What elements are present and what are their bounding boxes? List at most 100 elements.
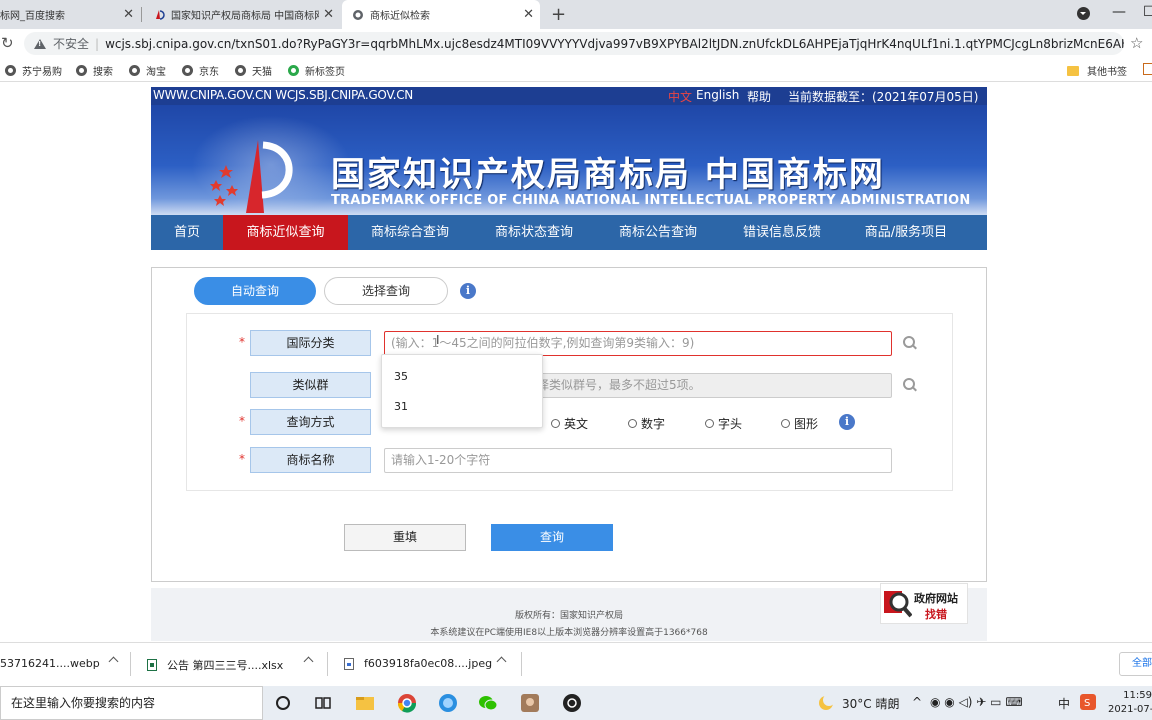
auto-query-tab[interactable]: 自动查询 bbox=[194, 277, 316, 305]
trademark-name-label: 商标名称 bbox=[250, 447, 371, 473]
required-mark: * bbox=[239, 452, 245, 466]
site-header: WWW.CNIPA.GOV.CN WCJS.SBJ.CNIPA.GOV.CN 中… bbox=[151, 87, 987, 250]
data-cutoff-date: 当前数据截至：(2021年07月05日) bbox=[788, 90, 979, 104]
autocomplete-dropdown: 35 31 bbox=[381, 354, 543, 428]
lang-english-link[interactable]: English bbox=[696, 88, 739, 102]
radio-label: 字头 bbox=[718, 417, 743, 431]
divider bbox=[327, 652, 328, 676]
site-domains: WWW.CNIPA.GOV.CN WCJS.SBJ.CNIPA.GOV.CN bbox=[153, 88, 413, 102]
reset-button[interactable]: 重填 bbox=[344, 524, 466, 551]
site-footer: 版权所有：国家知识产权局 本系统建议在PC端使用IE8以上版本浏览器分辨率设置高… bbox=[151, 588, 987, 641]
autocomplete-item[interactable]: 31 bbox=[394, 400, 408, 413]
address-bar: ↻ 不安全 | wcjs.sbj.cnipa.gov.cn/txnS01.do?… bbox=[0, 29, 1152, 58]
divider bbox=[521, 652, 522, 676]
system-clock[interactable]: 11:59 2021-07- bbox=[1108, 689, 1152, 717]
select-query-tab[interactable]: 选择查询 bbox=[324, 277, 448, 305]
bookmark-item[interactable]: 新标签页 bbox=[288, 63, 345, 78]
copyright: 版权所有：国家知识产权局 bbox=[514, 611, 623, 621]
svg-text:S: S bbox=[1084, 698, 1090, 709]
autocomplete-item[interactable]: 35 bbox=[394, 370, 408, 383]
other-bookmarks[interactable]: 其他书签 bbox=[1067, 63, 1127, 78]
bookmark-item[interactable]: 京东 bbox=[182, 63, 219, 78]
tab-baidu-search[interactable]: 标网_百度搜索 ✕ bbox=[0, 0, 140, 29]
radio-circle bbox=[781, 419, 790, 428]
tab-search-icon[interactable] bbox=[1077, 7, 1090, 20]
bookmark-label: 其他书签 bbox=[1087, 67, 1127, 78]
maximize-icon[interactable]: ☐ bbox=[1143, 4, 1152, 20]
chrome-icon[interactable] bbox=[397, 693, 417, 713]
download-item[interactable]: 公告 第四三三号....xlsx bbox=[147, 657, 283, 673]
bookmark-item[interactable]: 苏宁易购 bbox=[5, 63, 62, 78]
tray-chevron-icon[interactable]: ^ bbox=[912, 695, 922, 709]
bookmark-item[interactable]: 天猫 bbox=[235, 63, 272, 78]
nav-status-search[interactable]: 商标状态查询 bbox=[472, 215, 596, 250]
info-icon[interactable]: i bbox=[839, 414, 855, 430]
radio-number[interactable]: 数字 bbox=[628, 415, 665, 432]
file-explorer-icon[interactable] bbox=[355, 693, 375, 713]
nav-similar-search[interactable]: 商标近似查询 bbox=[223, 215, 348, 250]
close-icon[interactable]: ✕ bbox=[323, 7, 334, 22]
url-field[interactable]: 不安全 | wcjs.sbj.cnipa.gov.cn/txnS01.do?Ry… bbox=[24, 32, 1124, 55]
ime-indicator[interactable]: 中 bbox=[1058, 695, 1070, 712]
taskbar: 在这里输入你要搜索的内容 30°C 晴朗 ^ ◉ ◉ ◁) ✈ ▭ ⌨ 中 S … bbox=[0, 686, 1152, 720]
nav-announcement-search[interactable]: 商标公告查询 bbox=[596, 215, 720, 250]
tab-trademark-similar-search[interactable]: 商标近似检索 ✕ bbox=[342, 0, 540, 29]
bookmark-label: 新标签页 bbox=[305, 67, 345, 78]
query-button[interactable]: 查询 bbox=[491, 524, 613, 551]
input-method-icon[interactable]: S bbox=[1080, 694, 1096, 710]
weather-text[interactable]: 30°C 晴朗 bbox=[842, 695, 899, 712]
search-icon[interactable] bbox=[903, 336, 917, 350]
tab-cnipa-home[interactable]: 国家知识产权局商标局 中国商标网 ✕ bbox=[143, 0, 340, 29]
insecure-label: 不安全 bbox=[53, 37, 90, 51]
tab-separator bbox=[141, 7, 142, 22]
nav-home[interactable]: 首页 bbox=[151, 215, 223, 250]
task-view-icon[interactable] bbox=[313, 693, 333, 713]
search-icon[interactable] bbox=[903, 378, 917, 392]
gov-error-report-badge[interactable]: 政府网站 找错 bbox=[880, 583, 968, 624]
nav-comprehensive-search[interactable]: 商标综合查询 bbox=[348, 215, 472, 250]
radio-graphic[interactable]: 图形 bbox=[781, 415, 818, 432]
bookmark-item[interactable]: 搜索 bbox=[76, 63, 113, 78]
download-item[interactable]: f603918fa0ec08....jpeg bbox=[344, 657, 492, 670]
browser-app-icon[interactable] bbox=[438, 693, 458, 713]
photo-app-icon[interactable] bbox=[520, 693, 540, 713]
download-filename: 53716241....webp bbox=[0, 657, 100, 670]
close-icon[interactable]: ✕ bbox=[123, 7, 134, 22]
minimize-icon[interactable]: — bbox=[1112, 4, 1126, 20]
radio-label: 英文 bbox=[564, 417, 589, 431]
new-tab-icon[interactable]: + bbox=[551, 4, 566, 25]
radio-english[interactable]: 英文 bbox=[551, 415, 588, 432]
download-item[interactable]: 53716241....webp bbox=[0, 657, 100, 670]
radio-circle bbox=[551, 419, 560, 428]
intl-class-label: 国际分类 bbox=[250, 330, 371, 356]
reload-icon[interactable]: ↻ bbox=[1, 34, 14, 52]
cortana-icon[interactable] bbox=[273, 693, 293, 713]
radio-initial[interactable]: 字头 bbox=[705, 415, 742, 432]
lang-chinese-link[interactable]: 中文 bbox=[668, 88, 692, 105]
reading-list-icon[interactable] bbox=[1143, 63, 1152, 75]
bookmark-label: 苏宁易购 bbox=[22, 67, 62, 78]
bookmark-item[interactable]: 淘宝 bbox=[129, 63, 166, 78]
info-icon[interactable]: i bbox=[460, 283, 476, 299]
intl-class-input[interactable]: (输入：1～45之间的阿拉伯数字,例如查询第9类输入：9) bbox=[384, 331, 892, 356]
badge-title: 政府网站 bbox=[914, 592, 958, 605]
obs-icon[interactable] bbox=[562, 693, 582, 713]
clock-time: 11:59 bbox=[1123, 690, 1152, 701]
text-cursor-icon: I bbox=[436, 333, 440, 347]
taskbar-search-input[interactable]: 在这里输入你要搜索的内容 bbox=[0, 686, 263, 720]
close-icon[interactable]: ✕ bbox=[523, 7, 534, 22]
banner-title: 国家知识产权局商标局 中国商标网 bbox=[331, 155, 885, 195]
help-link[interactable]: 帮助 bbox=[747, 88, 771, 105]
show-all-downloads-button[interactable]: 全部 bbox=[1119, 652, 1152, 676]
nav-error-feedback[interactable]: 错误信息反馈 bbox=[720, 215, 844, 250]
banner: 国家知识产权局商标局 中国商标网 TRADEMARK OFFICE OF CHI… bbox=[151, 105, 987, 215]
trademark-name-input[interactable]: 请输入1-20个字符 bbox=[384, 448, 892, 473]
main-nav: 首页 商标近似查询 商标综合查询 商标状态查询 商标公告查询 错误信息反馈 商品… bbox=[151, 215, 987, 250]
similar-group-label: 类似群 bbox=[250, 372, 371, 398]
cnipa-emblem-icon bbox=[210, 140, 293, 213]
nav-goods-services[interactable]: 商品/服务项目 bbox=[844, 215, 968, 250]
wechat-icon[interactable] bbox=[478, 693, 498, 713]
bookmark-star-icon[interactable]: ☆ bbox=[1130, 34, 1143, 52]
globe-icon bbox=[235, 65, 246, 76]
tray-app-icons[interactable]: ◉ ◉ ◁) ✈ ▭ ⌨ bbox=[930, 695, 1023, 709]
